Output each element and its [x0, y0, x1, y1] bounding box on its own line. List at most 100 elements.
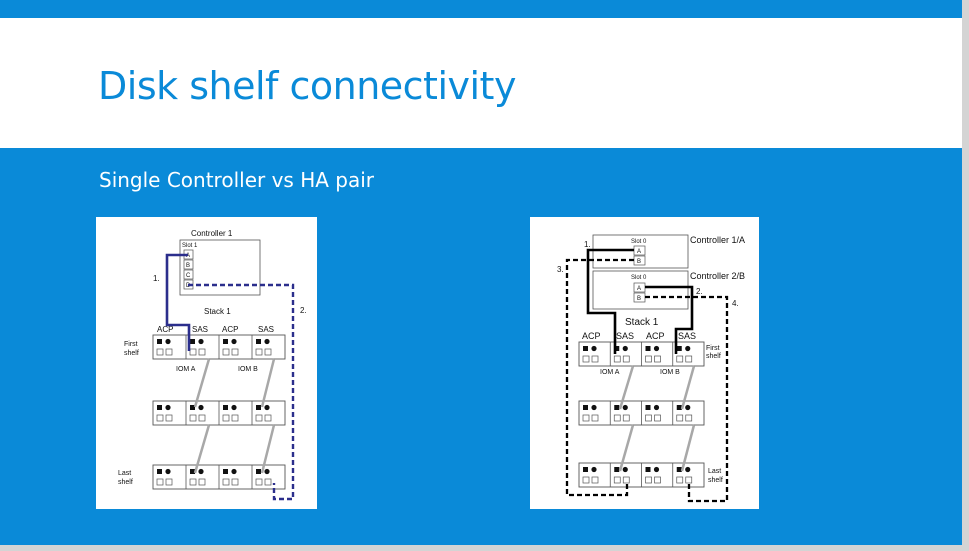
acp-port [591, 414, 599, 422]
sas-port [189, 348, 197, 356]
acp-port [645, 414, 652, 422]
acp-led [223, 405, 228, 410]
acp-led [223, 339, 228, 344]
controller-1-label: Controller 1/A [690, 235, 745, 245]
acp-led [645, 346, 651, 351]
sas-led [685, 345, 691, 352]
sas-led [256, 339, 261, 344]
sas-led [622, 345, 628, 352]
last-shelf-label-line2: shelf [708, 477, 723, 484]
last-shelf-label-line2: shelf [118, 479, 133, 486]
acp-port [165, 414, 173, 422]
port-c-label: C [186, 273, 191, 279]
acp-port [156, 478, 164, 486]
sas-led [264, 338, 270, 345]
module-label-acp-2: ACP [222, 325, 238, 334]
module-label-acp-2: ACP [646, 331, 665, 341]
daisy-chain-cable-a1 [193, 358, 211, 408]
acp-port [222, 348, 230, 356]
c2-port-b-label: B [637, 296, 641, 302]
slot-0-label-1: Slot 0 [631, 239, 647, 245]
acp-led [645, 405, 651, 410]
disk-shelves [152, 334, 286, 490]
acp-led [653, 466, 660, 473]
acp-led [645, 467, 651, 472]
sas-port [198, 348, 206, 356]
acp-port [156, 348, 164, 356]
acp-led [165, 338, 171, 345]
acp-led [157, 469, 162, 474]
acp-led [653, 404, 660, 411]
ha-pair-diagram: Controller 1/A Controller 2/B Slot 0 Slo… [530, 217, 759, 509]
sas-led [622, 404, 628, 411]
window-edge-bottom [0, 545, 969, 551]
iom-b-label: IOM B [238, 366, 258, 373]
sas-port [685, 414, 693, 422]
step-3-label: 3. [557, 265, 564, 274]
controller-ports: A B A B [633, 245, 646, 303]
step-2-label: 2. [300, 306, 307, 315]
first-shelf-label-line2: shelf [124, 350, 139, 357]
middle-shelf [578, 400, 705, 426]
sas-port [264, 348, 272, 356]
acp-led [165, 468, 171, 475]
module-label-sas-2: SAS [678, 331, 696, 341]
last-shelf-label-line1: Last [708, 468, 721, 475]
acp-led [231, 404, 237, 411]
acp-port [591, 355, 599, 363]
acp-led [653, 345, 660, 352]
first-shelf-label-line2: shelf [706, 353, 721, 360]
slide-title: Disk shelf connectivity [98, 64, 516, 108]
acp-port [654, 355, 661, 363]
sas-port [676, 355, 684, 363]
sas-port [255, 414, 263, 422]
slot-0-label-2: Slot 0 [631, 275, 647, 281]
c1-port-b-label: B [637, 259, 641, 265]
disk-shelves [578, 341, 705, 488]
sas-port [264, 478, 272, 486]
acp-port [231, 348, 239, 356]
acp-port [654, 476, 661, 484]
last-shelf [578, 462, 705, 488]
sas-port [685, 355, 693, 363]
acp-led [157, 339, 162, 344]
acp-port [582, 414, 590, 422]
sas-port [613, 476, 621, 484]
sas-port [264, 414, 272, 422]
sas-led [198, 468, 204, 475]
acp-led [591, 404, 597, 411]
acp-port [645, 355, 652, 363]
slide-subtitle: Single Controller vs HA pair [99, 168, 374, 192]
acp-led [231, 468, 237, 475]
sas-led [676, 346, 682, 351]
acp-led [231, 338, 237, 345]
acp-led [591, 466, 597, 473]
sas-port [622, 476, 630, 484]
acp-led [583, 467, 588, 472]
sas-port [676, 476, 684, 484]
sas-led [264, 404, 270, 411]
sas-led [685, 466, 691, 473]
acp-port [156, 414, 164, 422]
sas-port [189, 414, 197, 422]
acp-port [165, 478, 173, 486]
sas-port [255, 348, 263, 356]
acp-port [222, 414, 230, 422]
acp-port [165, 348, 173, 356]
stack-label: Stack 1 [625, 317, 659, 328]
c1-port-a-label: A [637, 249, 641, 255]
top-accent-bar [0, 0, 962, 18]
iom-b-label: IOM B [660, 369, 680, 376]
sas-port [622, 355, 630, 363]
module-label-acp-1: ACP [582, 331, 601, 341]
stack-label: Stack 1 [204, 307, 231, 316]
step-1-label: 1. [584, 240, 591, 249]
first-shelf-label-line1: First [706, 345, 720, 352]
sas-led [685, 404, 691, 411]
acp-port [222, 478, 230, 486]
sas-led [198, 404, 204, 411]
sas-port [189, 478, 197, 486]
sas-led [676, 405, 682, 410]
last-shelf [152, 464, 286, 490]
single-controller-diagram: Controller 1 Slot 1 A B C D 1. 2. Stack … [96, 217, 317, 509]
